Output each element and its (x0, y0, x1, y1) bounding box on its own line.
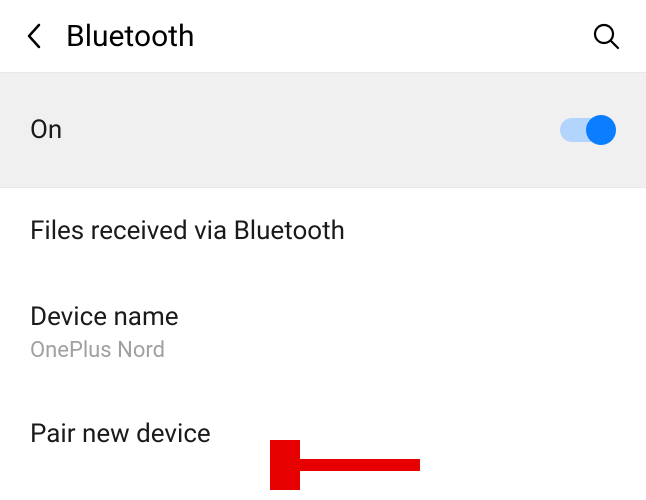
device-name-value: OnePlus Nord (30, 338, 616, 363)
toggle-thumb (586, 115, 616, 145)
device-name-label: Device name (30, 302, 616, 332)
header: Bluetooth (0, 0, 646, 72)
device-name-row[interactable]: Device name OnePlus Nord (0, 274, 646, 391)
search-icon (592, 22, 620, 50)
pair-new-device-row[interactable]: Pair new device (0, 391, 646, 477)
bluetooth-toggle[interactable] (560, 115, 616, 145)
bluetooth-toggle-row[interactable]: On (0, 72, 646, 188)
files-received-row[interactable]: Files received via Bluetooth (0, 188, 646, 274)
files-received-label: Files received via Bluetooth (30, 216, 616, 246)
pair-new-device-label: Pair new device (30, 419, 616, 449)
back-button[interactable] (14, 16, 54, 56)
page-title: Bluetooth (66, 19, 586, 54)
bluetooth-status-label: On (30, 115, 560, 145)
back-chevron-icon (26, 23, 42, 49)
search-button[interactable] (586, 16, 626, 56)
